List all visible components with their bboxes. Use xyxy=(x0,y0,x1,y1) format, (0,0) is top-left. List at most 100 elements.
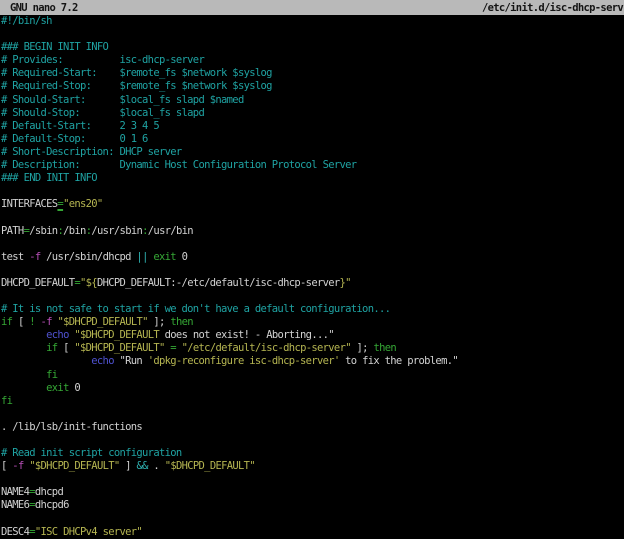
code-segment: -f xyxy=(29,251,40,263)
code-line: [ -f "$DHCPD_DEFAULT" ] && . "$DHCPD_DEF… xyxy=(0,460,624,473)
code-line: # Default-Stop: 0 1 6 xyxy=(0,133,624,146)
code-line: ### END INIT INFO xyxy=(0,172,624,185)
code-line: echo "$DHCPD_DEFAULT does not exist! - A… xyxy=(0,329,624,342)
code-segment: NAME4 xyxy=(1,486,29,498)
code-line xyxy=(0,264,624,277)
code-segment: dhcpd6 xyxy=(35,499,69,511)
code-segment: [ xyxy=(1,460,12,472)
code-segment: to fix the problem." xyxy=(340,355,458,367)
code-line: # Provides: isc-dhcp-server xyxy=(0,54,624,67)
code-segment: && xyxy=(136,460,147,472)
code-segment: "$DHCPD_DEFAULT" xyxy=(29,460,119,472)
code-segment: . xyxy=(148,460,165,472)
code-line: PATH=/sbin:/bin:/usr/sbin:/usr/bin xyxy=(0,225,624,238)
code-line: # Description: Dynamic Host Configuratio… xyxy=(0,159,624,172)
code-line: # Required-Stop: $remote_fs $network $sy… xyxy=(0,80,624,93)
code-segment: if xyxy=(1,316,12,328)
code-line xyxy=(0,473,624,486)
code-line: # Default-Start: 2 3 4 5 xyxy=(0,120,624,133)
code-line xyxy=(0,408,624,421)
code-line: NAME4=dhcpd xyxy=(0,486,624,499)
code-segment: does not exist! - Aborting..." xyxy=(159,329,334,341)
code-segment: # Provides: isc-dhcp-server xyxy=(1,54,204,66)
code-line: # It is not safe to start if we don't ha… xyxy=(0,303,624,316)
code-line: #!/bin/sh xyxy=(0,15,624,28)
code-segment: /usr/sbin/dhcpd xyxy=(41,251,137,263)
code-segment: # Default-Stop: 0 1 6 xyxy=(1,133,148,145)
code-line: ### BEGIN INIT INFO xyxy=(0,41,624,54)
code-segment: NAME6 xyxy=(1,499,29,511)
code-segment: then xyxy=(373,342,396,354)
code-segment: 0 xyxy=(176,251,187,263)
code-segment: # Read init script configuration xyxy=(1,447,182,459)
code-segment: # Description: Dynamic Host Configuratio… xyxy=(1,159,356,171)
code-segment: "$DHCPD_DEFAULT xyxy=(74,329,159,341)
code-segment: "${ xyxy=(80,277,97,289)
code-segment: ### BEGIN INIT INFO xyxy=(1,41,108,53)
code-segment xyxy=(1,342,46,354)
code-segment: test xyxy=(1,251,29,263)
code-segment xyxy=(1,369,46,381)
code-segment: # Required-Stop: $remote_fs $network $sy… xyxy=(1,80,272,92)
code-segment: "ISC DHCPv4 server" xyxy=(35,526,142,538)
code-segment: /usr/bin xyxy=(148,225,193,237)
code-line xyxy=(0,185,624,198)
code-segment: PATH xyxy=(1,225,24,237)
code-segment: ]; xyxy=(148,316,171,328)
code-segment: . /lib/lsb/init-functions xyxy=(1,421,142,433)
code-segment xyxy=(1,329,46,341)
code-segment: dhcpd xyxy=(35,486,63,498)
code-segment: /usr/sbin xyxy=(91,225,142,237)
code-segment: "$DHCPD_DEFAULT" xyxy=(58,316,148,328)
app-version-label: GNU nano 7.2 xyxy=(0,2,78,14)
code-segment: 'dpkg-reconfigure isc-dhcp-server' xyxy=(148,355,340,367)
code-segment: # Default-Start: 2 3 4 5 xyxy=(1,120,159,132)
code-segment: 0 xyxy=(69,382,80,394)
code-line: # Read init script configuration xyxy=(0,447,624,460)
code-segment: ]; xyxy=(351,342,374,354)
code-segment xyxy=(1,382,46,394)
code-line xyxy=(0,28,624,41)
code-line: exit 0 xyxy=(0,382,624,395)
code-line: test -f /usr/sbin/dhcpd || exit 0 xyxy=(0,251,624,264)
nano-titlebar: GNU nano 7.2 /etc/init.d/isc-dhcp-serv xyxy=(0,0,624,15)
code-segment: "$DHCPD_DEFAULT" xyxy=(165,460,255,472)
editor-buffer[interactable]: #!/bin/sh ### BEGIN INIT INFO# Provides: … xyxy=(0,15,624,539)
code-line xyxy=(0,290,624,303)
code-segment: DHCPD_DEFAULT:-/etc/default/isc-dhcp-ser… xyxy=(97,277,340,289)
code-line: # Required-Start: $remote_fs $network $s… xyxy=(0,67,624,80)
nano-editor-window: GNU nano 7.2 /etc/init.d/isc-dhcp-serv #… xyxy=(0,0,624,539)
code-segment xyxy=(1,355,91,367)
code-segment: echo xyxy=(91,355,114,367)
code-segment: exit xyxy=(148,251,176,263)
code-segment: echo xyxy=(46,329,69,341)
code-segment: fi xyxy=(1,395,12,407)
code-segment: # Should-Start: $local_fs slapd $named xyxy=(1,94,244,106)
code-segment: # Should-Stop: $local_fs slapd xyxy=(1,107,204,119)
code-segment: INTERFACES xyxy=(1,198,57,210)
code-segment: #!/bin/sh xyxy=(1,15,52,27)
code-line: DESC4="ISC DHCPv4 server" xyxy=(0,526,624,539)
code-segment: "ens20" xyxy=(63,198,103,210)
code-segment: fi xyxy=(46,369,57,381)
code-segment: DESC4 xyxy=(1,526,29,538)
code-segment: [ xyxy=(12,316,29,328)
code-line: echo "Run 'dpkg-reconfigure isc-dhcp-ser… xyxy=(0,355,624,368)
code-line xyxy=(0,434,624,447)
code-line: INTERFACES="ens20" xyxy=(0,198,624,211)
code-line: # Should-Start: $local_fs slapd $named xyxy=(0,94,624,107)
code-segment: [ xyxy=(57,342,74,354)
code-line: if [ "$DHCPD_DEFAULT" = "/etc/default/is… xyxy=(0,342,624,355)
code-segment: # Short-Description: DHCP server xyxy=(1,146,182,158)
code-line: # Should-Stop: $local_fs slapd xyxy=(0,107,624,120)
code-segment: -f xyxy=(41,316,52,328)
code-line: fi xyxy=(0,395,624,408)
code-line: # Short-Description: DHCP server xyxy=(0,146,624,159)
code-segment: then xyxy=(170,316,193,328)
code-segment: }" xyxy=(340,277,351,289)
code-line xyxy=(0,238,624,251)
code-line xyxy=(0,513,624,526)
code-segment: "$DHCPD_DEFAULT" xyxy=(74,342,164,354)
code-line xyxy=(0,211,624,224)
code-segment: ### END INIT INFO xyxy=(1,172,97,184)
